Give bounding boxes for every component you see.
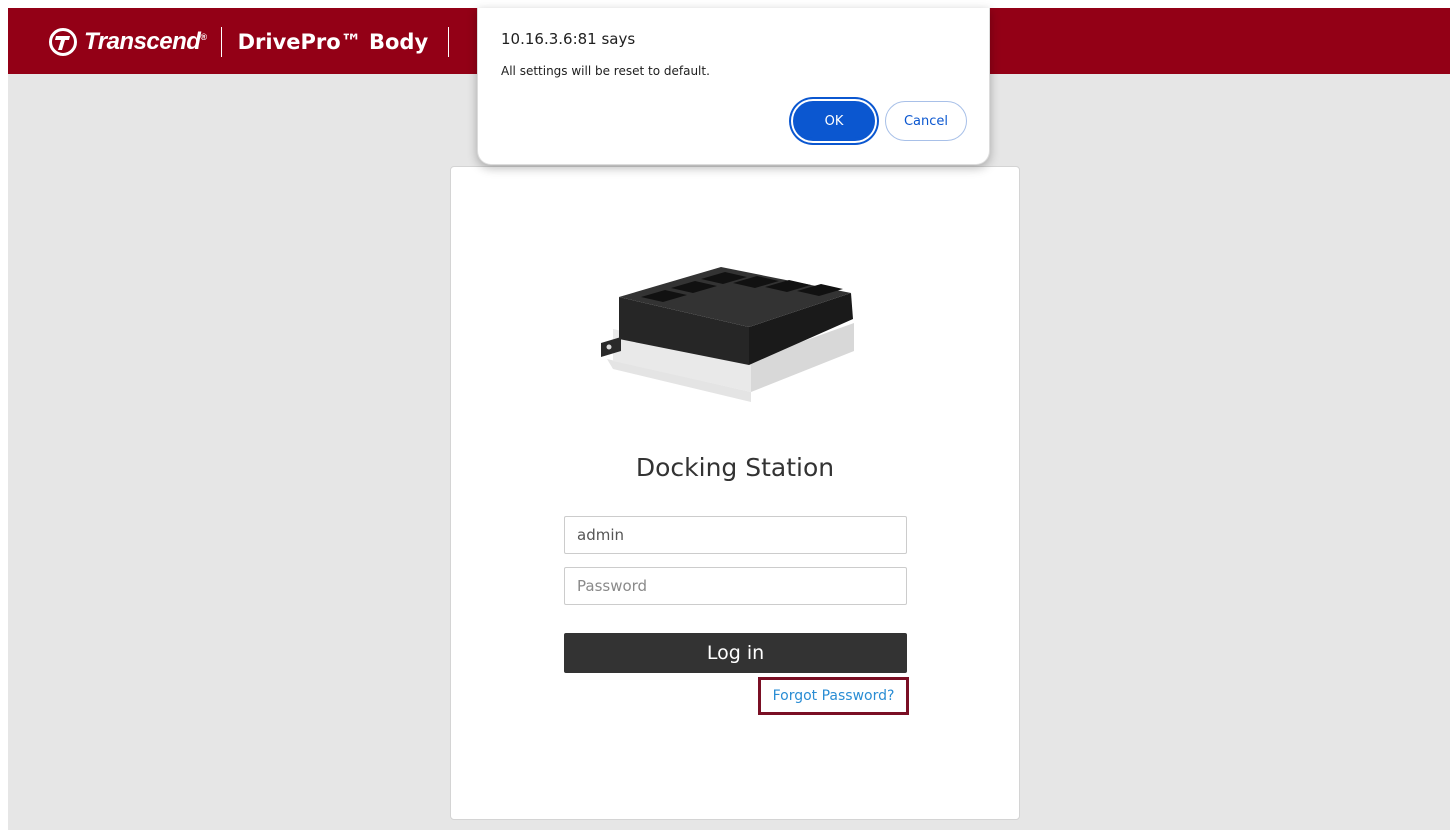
- transcend-logo-icon: [49, 28, 77, 56]
- brand-divider-right: [448, 27, 450, 57]
- forgot-password-link[interactable]: Forgot Password?: [773, 688, 895, 704]
- brand-registered-mark: ®: [200, 32, 207, 42]
- docking-station-image: [601, 267, 854, 402]
- dialog-message: All settings will be reset to default.: [501, 64, 710, 78]
- cancel-button[interactable]: Cancel: [885, 101, 967, 141]
- brand-divider: [220, 27, 222, 57]
- product-name: DrivePro™ Body: [237, 30, 429, 54]
- ok-button[interactable]: OK: [793, 101, 875, 141]
- password-input[interactable]: [564, 567, 907, 605]
- dialog-title: 10.16.3.6:81 says: [501, 30, 636, 48]
- brand-name: Transcend: [84, 28, 201, 55]
- confirm-dialog: 10.16.3.6:81 says All settings will be r…: [477, 8, 990, 165]
- login-button[interactable]: Log in: [564, 633, 907, 673]
- login-card: Docking Station Log in Forgot Password?: [450, 166, 1020, 820]
- username-input[interactable]: [564, 516, 907, 554]
- forgot-password-highlight: Forgot Password?: [758, 677, 909, 715]
- brand-logo-text: Transcend®: [84, 28, 207, 56]
- brand-area: Transcend® DrivePro™ Body: [48, 22, 450, 62]
- page-title: Docking Station: [635, 453, 835, 482]
